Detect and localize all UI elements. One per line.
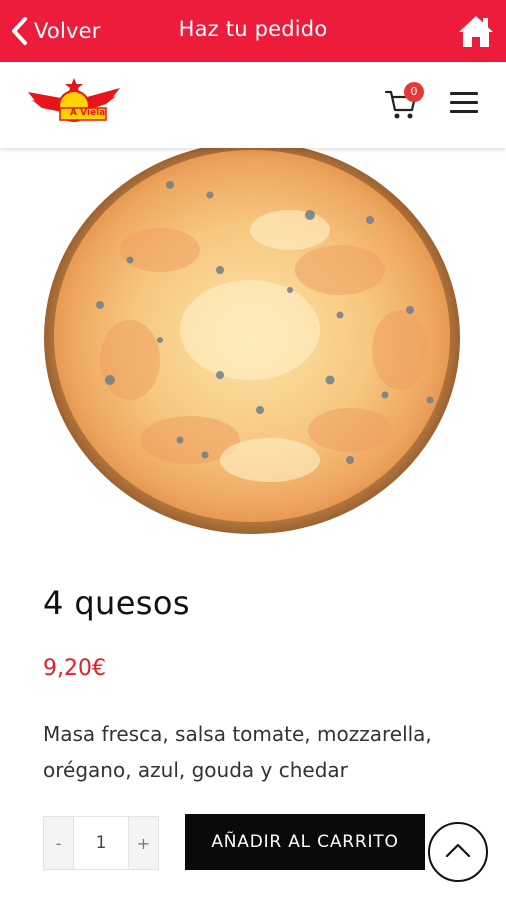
product-description: Masa fresca, salsa tomate, mozzarella, o… bbox=[43, 722, 432, 782]
product-price: 9,20€ bbox=[43, 656, 106, 681]
hamburger-menu-icon bbox=[450, 92, 478, 113]
quantity-stepper: - + bbox=[43, 816, 159, 870]
cart-icon bbox=[384, 90, 418, 126]
top-bar: Volver Haz tu pedido bbox=[0, 0, 506, 62]
page-title: Haz tu pedido bbox=[178, 17, 328, 41]
add-to-cart-button[interactable]: AÑADIR AL CARRITO bbox=[185, 814, 425, 870]
decrement-button[interactable]: - bbox=[44, 817, 73, 869]
home-button[interactable] bbox=[458, 13, 494, 49]
menu-button[interactable] bbox=[450, 92, 478, 114]
site-header: A Viela 0 bbox=[0, 62, 506, 148]
logo-text: A Viela bbox=[70, 108, 106, 118]
scroll-to-top-button[interactable] bbox=[428, 822, 488, 882]
home-icon bbox=[458, 16, 494, 53]
quantity-input[interactable] bbox=[73, 817, 129, 869]
chevron-up-icon bbox=[444, 841, 472, 863]
product-image bbox=[40, 140, 460, 540]
increment-button[interactable]: + bbox=[129, 817, 158, 869]
cart-count-badge: 0 bbox=[404, 82, 424, 102]
product-name: 4 quesos bbox=[43, 584, 190, 622]
logo[interactable]: A Viela bbox=[26, 78, 122, 130]
